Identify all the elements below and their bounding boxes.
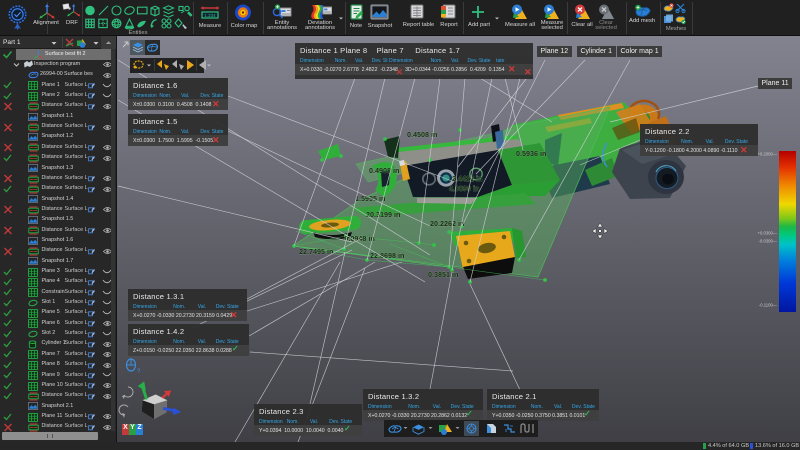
- svg-text:20.2262 in: 20.2262 in: [430, 219, 464, 228]
- svg-text:-0.1100—: -0.1100—: [759, 303, 778, 308]
- svg-text:22.7495 in: 22.7495 in: [299, 247, 333, 256]
- svg-text:+0.2000—: +0.2000—: [758, 152, 778, 157]
- svg-text:0.4908 in: 0.4908 in: [369, 166, 399, 175]
- svg-text:+0.0300—: +0.0300—: [758, 231, 778, 236]
- svg-text:1.5995 in: 1.5995 in: [355, 194, 385, 203]
- svg-text:0.5936 in: 0.5936 in: [516, 149, 546, 158]
- svg-text:0.3851 in: 0.3851 in: [428, 270, 458, 279]
- svg-text:-0.0300—: -0.0300—: [759, 239, 778, 244]
- svg-text:4.0890 in: 4.0890 in: [449, 184, 479, 193]
- svg-text:?: ?: [137, 369, 141, 375]
- svg-text:20.3199 in: 20.3199 in: [366, 210, 400, 219]
